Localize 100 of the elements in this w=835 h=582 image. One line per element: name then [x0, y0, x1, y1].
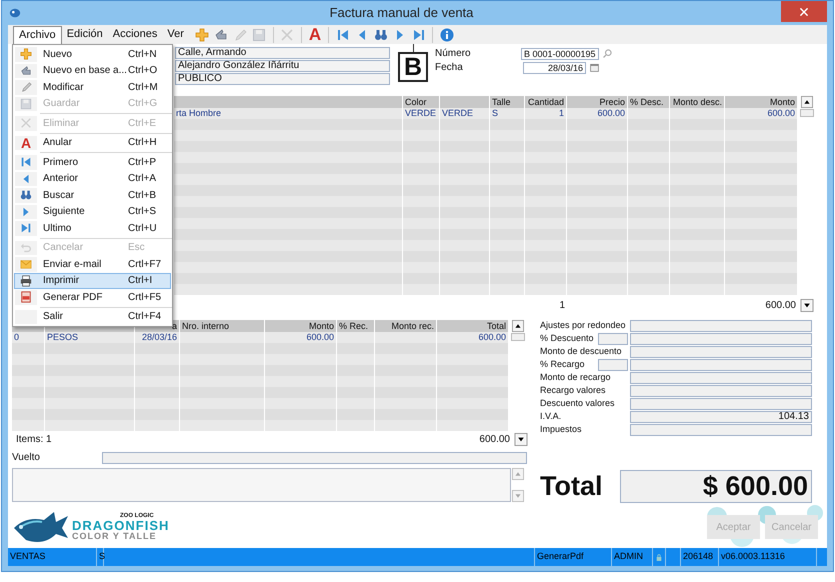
field-label: Ajustes por redondeo — [540, 319, 627, 332]
text-field[interactable] — [598, 359, 628, 371]
logo-text: DRAGONFISH — [72, 519, 170, 532]
text-field[interactable] — [630, 346, 812, 358]
menu-item[interactable]: Modificar Ctrl+M — [14, 79, 171, 96]
field-label: % Descuento — [540, 332, 595, 346]
hand-icon — [214, 28, 228, 42]
text-field[interactable] — [630, 398, 812, 410]
fish-drawing — [12, 510, 70, 544]
plus-button[interactable] — [194, 27, 210, 42]
total-cell-text: 600.00 — [764, 298, 797, 312]
menu-item[interactable]: Buscar Ctrl+B — [14, 187, 171, 204]
hand-button[interactable] — [214, 27, 229, 42]
binoculars-button[interactable] — [373, 27, 388, 42]
undo-icon — [20, 242, 32, 254]
search-icon — [602, 48, 613, 59]
scroll-down-icon — [800, 298, 814, 312]
total-cell-text: 600.00 — [478, 433, 511, 447]
close-icon — [280, 28, 294, 42]
total-cell-text: 1 — [558, 298, 566, 312]
envelope-icon — [20, 258, 32, 270]
scroll-up-icon — [800, 96, 814, 108]
text-field[interactable] — [630, 385, 812, 397]
floppy-icon — [20, 98, 32, 110]
menu-item[interactable]: Nuevo Ctrl+N — [14, 46, 171, 62]
scroll-down-icon — [511, 490, 525, 502]
text-field[interactable] — [102, 452, 527, 464]
text-area[interactable] — [12, 468, 511, 502]
field-label: % Recargo — [540, 358, 586, 372]
app-icon — [8, 7, 22, 19]
close-icon — [20, 117, 32, 130]
menu-item[interactable]: Enviar e-mail Crtl+F7 — [14, 256, 171, 272]
scroll-down-icon — [514, 433, 528, 446]
menu-item[interactable]: Nuevo en base a...Ctrl+O — [14, 62, 171, 79]
field-label: Impuestos — [540, 423, 583, 436]
menu-item[interactable]: Primero Ctrl+P — [14, 154, 171, 170]
scroll-up-icon — [511, 320, 525, 332]
last-icon — [412, 28, 426, 42]
text-field[interactable] — [598, 333, 628, 345]
first-icon — [20, 156, 32, 168]
floppy-icon — [252, 28, 266, 42]
window-title: Factura manual de venta — [328, 4, 474, 22]
text-field[interactable] — [630, 333, 812, 345]
menu-item[interactable]: Imprimir Ctrl+I — [14, 272, 171, 289]
status-text: ADMIN — [614, 550, 643, 564]
lock-icon — [655, 552, 663, 562]
menu-item[interactable]: Generar PDF Crtl+F5 — [14, 289, 171, 306]
menu-item[interactable]: A Anular Ctrl+H — [14, 134, 171, 151]
field-label: Descuento valores — [540, 397, 616, 410]
void-glyph: A — [20, 136, 32, 150]
status-text: VENTAS — [10, 550, 46, 564]
text-field[interactable] — [630, 320, 812, 332]
status-text: GenerarPdf — [537, 550, 584, 564]
scroll-up-icon — [511, 468, 525, 480]
hand-icon — [20, 64, 32, 77]
plus-icon — [20, 48, 32, 60]
menu-tab[interactable]: Ver — [162, 26, 189, 44]
binoculars-icon — [20, 189, 32, 202]
text-field[interactable] — [630, 424, 812, 436]
text-field[interactable] — [630, 372, 812, 384]
text-field[interactable] — [630, 359, 812, 371]
field-label: I.V.A. — [540, 410, 562, 424]
pen-icon — [20, 81, 32, 94]
menu-item[interactable]: Anterior Ctrl+A — [14, 170, 171, 187]
field-label: Monto de descuento — [540, 345, 623, 358]
scroll-thumb[interactable] — [511, 333, 525, 341]
field-label: Recargo valores — [540, 384, 607, 398]
text-field[interactable]: 28/03/16 — [523, 62, 586, 74]
void-button[interactable]: A — [308, 26, 322, 43]
field-label: Vuelto — [12, 451, 41, 465]
text-field[interactable]: 104.13 — [630, 411, 812, 423]
total-field: $ 600.00 — [620, 470, 812, 503]
field-label: Monto de recargo — [540, 371, 612, 384]
pen-icon — [233, 28, 248, 42]
last-button[interactable] — [411, 27, 426, 42]
menu-tab[interactable]: Acciones — [108, 26, 162, 44]
status-text: S — [99, 550, 106, 564]
text-field[interactable]: Alejandro González Iñárritu — [175, 60, 390, 72]
invoice-type: B — [398, 52, 428, 82]
logo-tagline: COLOR Y TALLE — [72, 532, 158, 541]
text-field[interactable]: Calle, Armando — [175, 47, 390, 59]
text-field[interactable]: PUBLICO — [175, 73, 390, 85]
info-icon — [440, 28, 454, 42]
menu-tab[interactable]: Edición — [62, 26, 108, 44]
menu-item[interactable]: Salir Ctrl+F4 — [14, 308, 171, 325]
scroll-thumb[interactable] — [800, 109, 814, 117]
field-label: Número — [435, 47, 472, 61]
binoculars-icon — [374, 28, 388, 42]
status-text: v06.0003.11316 — [721, 550, 785, 564]
status-text: 206148 — [683, 550, 714, 564]
menu-item[interactable]: Siguiente Ctrl+S — [14, 204, 171, 220]
total-label: Total — [540, 473, 604, 500]
menu-item[interactable]: Ultimo Ctrl+U — [14, 220, 171, 236]
text-field[interactable]: B 0001-00000195 — [521, 48, 599, 60]
printer-icon — [20, 274, 32, 287]
close-icon — [799, 6, 809, 16]
first-button[interactable] — [335, 27, 350, 42]
menu-tab[interactable]: Archivo — [13, 26, 62, 44]
info-button[interactable] — [439, 27, 454, 42]
close-button[interactable] — [781, 1, 827, 22]
